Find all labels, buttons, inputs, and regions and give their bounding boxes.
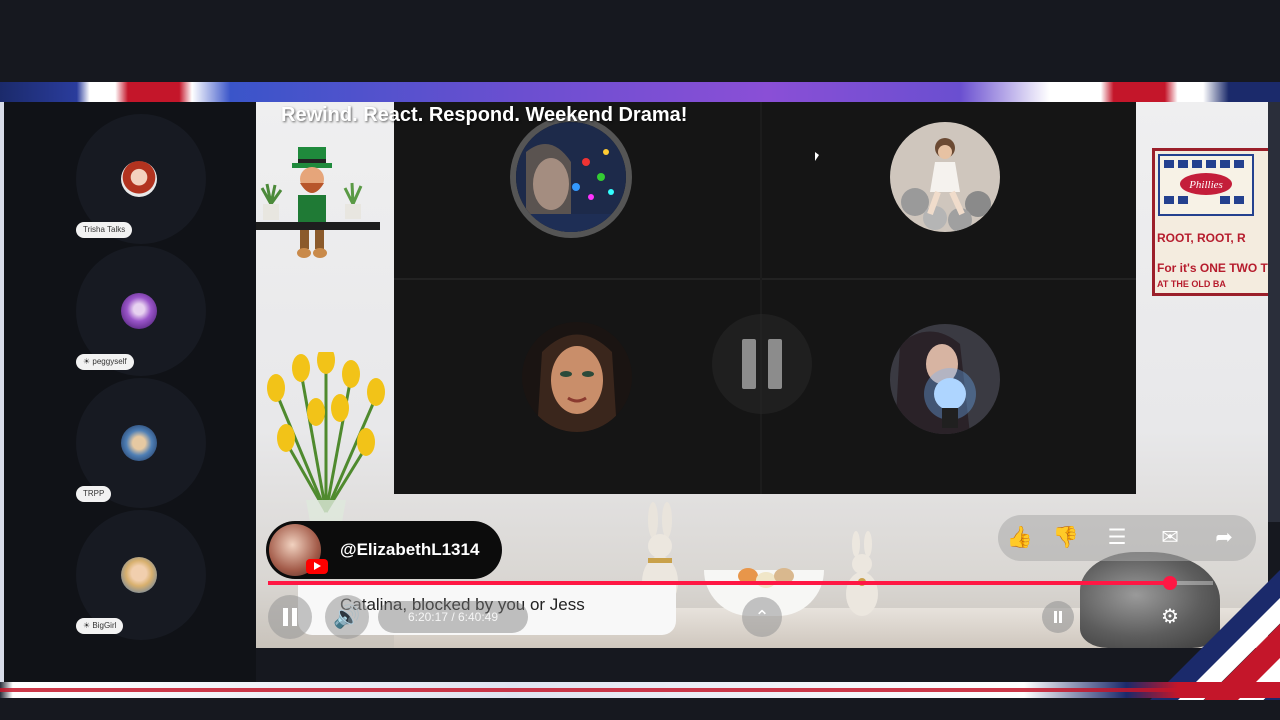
avatar	[121, 425, 157, 461]
like-icon[interactable]: 👍	[1006, 524, 1034, 552]
action-bar: 👍 👎 ☰ ✉ ➦	[998, 515, 1256, 561]
bottom-banner-stripe	[0, 682, 1280, 698]
mini-pause-button[interactable]	[1042, 601, 1074, 633]
chat-icon[interactable]: ✉	[1156, 524, 1184, 552]
channel-handle: @ElizabethL1314	[340, 540, 480, 559]
pause-button[interactable]	[268, 595, 312, 639]
potted-plant-image	[258, 182, 284, 222]
stream-stage: Trisha Talks ☀ peggyself TRPP ☀ BigGirl …	[0, 0, 1280, 720]
speaker-name: Trisha Talks	[76, 222, 133, 238]
phillies-sign-image: Phillies ROOT, ROOT, R For it's ONE TWO …	[1152, 148, 1268, 296]
avatar	[121, 293, 157, 329]
wall-shelf	[256, 222, 380, 230]
speaker-slot-1[interactable]: Trisha Talks	[76, 114, 206, 244]
potted-plant-image	[340, 180, 366, 220]
top-banner-stripe	[0, 82, 1280, 105]
participant-video-4[interactable]	[890, 324, 1000, 434]
phillies-logo: Phillies	[1158, 154, 1254, 216]
chevron-up-icon[interactable]: ⌃	[742, 597, 782, 637]
sign-text-row: For it's ONE TWO TH	[1157, 261, 1268, 275]
dislike-icon[interactable]: 👎	[1052, 524, 1080, 552]
participant-video-3[interactable]	[522, 322, 632, 432]
leprechaun-figure-image	[286, 147, 338, 259]
speaker-slot-3[interactable]: TRPP	[76, 378, 206, 508]
right-frame-edge	[1268, 102, 1280, 522]
speaker-name: ☀ BigGirl	[76, 618, 124, 634]
sign-text-row: AT THE OLD BA	[1157, 279, 1226, 289]
speaker-name: ☀ peggyself	[76, 354, 134, 370]
grid-divider	[394, 278, 1136, 280]
speaker-name: TRPP	[76, 486, 112, 502]
tulip-vase-image	[256, 346, 394, 522]
stream-title: Rewind. React. Respond. Weekend Drama!	[281, 104, 688, 126]
svg-text:Phillies: Phillies	[1188, 179, 1223, 191]
channel-badge[interactable]: @ElizabethL1314	[266, 521, 502, 579]
speaker-slot-4[interactable]: ☀ BigGirl	[76, 510, 206, 640]
youtube-logo-icon	[306, 559, 328, 574]
avatar	[121, 161, 157, 197]
speaker-slot-2[interactable]: ☀ peggyself	[76, 246, 206, 376]
mouse-cursor-icon	[815, 152, 819, 161]
speaker-sidebar: Trisha Talks ☀ peggyself TRPP ☀ BigGirl	[4, 102, 256, 682]
sign-text-row: ROOT, ROOT, R	[1157, 231, 1246, 245]
avatar	[121, 557, 157, 593]
participant-video-1[interactable]	[516, 122, 626, 232]
video-call-grid	[394, 102, 1136, 494]
time-display: 6:20:17 / 6:40:49	[378, 601, 528, 633]
share-icon[interactable]: ➦	[1210, 524, 1238, 552]
gear-icon[interactable]: ⚙	[1156, 603, 1184, 631]
volume-icon[interactable]: 🔊	[325, 595, 369, 639]
ceramic-bunny-image	[842, 530, 882, 621]
easter-egg	[756, 572, 776, 588]
comments-icon[interactable]: ☰	[1103, 524, 1131, 552]
grid-divider	[760, 102, 762, 494]
participant-video-2[interactable]	[890, 122, 1000, 232]
pause-overlay-icon[interactable]	[712, 314, 812, 414]
